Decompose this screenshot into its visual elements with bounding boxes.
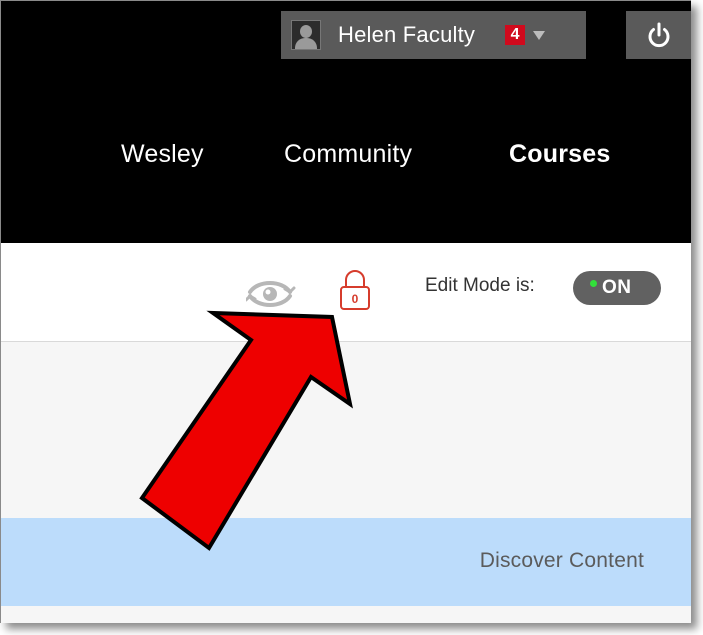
chevron-down-icon[interactable]: [533, 30, 546, 40]
edit-mode-toggle[interactable]: ON: [573, 271, 661, 305]
nav-community[interactable]: Community: [284, 140, 412, 169]
avatar-icon: [291, 20, 321, 50]
course-toolbar: 0 Edit Mode is: ON: [1, 243, 691, 342]
lock-icon: [340, 270, 370, 310]
content-area-bottom: [1, 606, 691, 623]
power-icon: [648, 22, 669, 48]
nav-wesley[interactable]: Wesley: [121, 140, 204, 169]
global-header: Helen Faculty 4 Wesley Community Courses: [1, 1, 691, 243]
content-area: [1, 342, 691, 518]
notification-badge[interactable]: 4: [505, 25, 526, 45]
discover-content-label: Discover Content: [479, 549, 644, 572]
logout-button[interactable]: [626, 11, 691, 59]
discover-content-bar[interactable]: Discover Content: [1, 518, 691, 606]
browser-viewport: Helen Faculty 4 Wesley Community Courses: [0, 0, 691, 623]
user-menu-button[interactable]: Helen Faculty 4: [281, 11, 586, 59]
lock-count: 0: [351, 292, 359, 306]
edit-mode-state: ON: [602, 277, 632, 298]
nav-courses[interactable]: Courses: [509, 140, 610, 169]
status-indicator: [590, 279, 597, 287]
user-name: Helen Faculty: [338, 22, 476, 47]
edit-mode-label: Edit Mode is:: [425, 275, 535, 296]
student-preview-icon[interactable]: [246, 276, 296, 312]
lock-button[interactable]: 0: [337, 267, 373, 313]
